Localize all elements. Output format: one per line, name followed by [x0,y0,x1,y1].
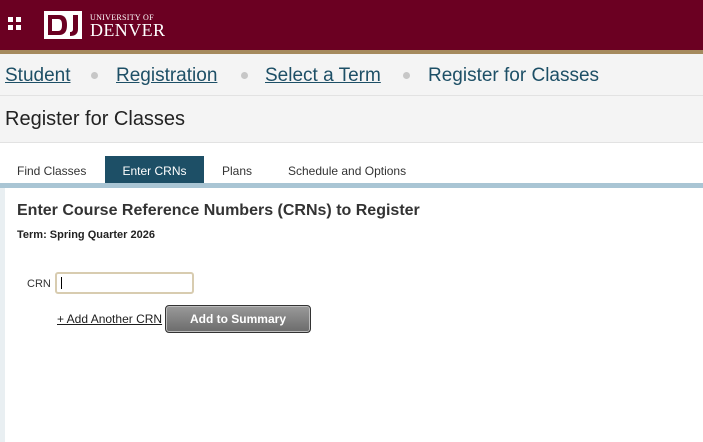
crn-label: CRN [27,278,51,290]
tab-enter-crns[interactable]: Enter CRNs [105,156,204,183]
term-label: Term: Spring Quarter 2026 [17,229,155,241]
breadcrumb: Student Registration Select a Term Regis… [0,54,703,96]
logo-denver-text: DENVER [90,20,166,40]
text-caret [61,277,62,289]
enter-crns-heading: Enter Course Reference Numbers (CRNs) to… [17,202,420,219]
page-title: Register for Classes [5,108,186,130]
add-another-crn-link[interactable]: + Add Another CRN [57,312,162,326]
breadcrumb-separator [403,72,410,79]
breadcrumb-registration-link[interactable]: Registration [116,65,217,87]
breadcrumb-current-page: Register for Classes [428,65,600,86]
tab-bar: Find Classes Enter CRNs Plans Schedule a… [0,143,703,183]
enter-crns-panel: Enter Course Reference Numbers (CRNs) to… [5,188,703,442]
breadcrumb-student-link[interactable]: Student [5,65,71,87]
university-logo[interactable]: UNIVERSITY OF DENVER [44,10,166,40]
du-logo-mark-icon [44,11,82,39]
crn-input[interactable] [55,272,194,294]
page-title-bar: Register for Classes [0,96,703,143]
breadcrumb-separator [91,72,98,79]
top-header-bar: UNIVERSITY OF DENVER [0,0,703,54]
tab-plans[interactable]: Plans [222,156,252,183]
grid-apps-icon[interactable] [8,17,22,31]
register-for-classes-page: UNIVERSITY OF DENVER Student Registratio… [0,0,703,442]
breadcrumb-separator [241,72,248,79]
add-to-summary-button[interactable]: Add to Summary [165,305,311,333]
breadcrumb-select-term-link[interactable]: Select a Term [265,65,381,87]
tab-find-classes[interactable]: Find Classes [17,156,86,183]
tab-schedule-and-options[interactable]: Schedule and Options [288,156,406,183]
content-frame: Enter Course Reference Numbers (CRNs) to… [0,188,703,442]
